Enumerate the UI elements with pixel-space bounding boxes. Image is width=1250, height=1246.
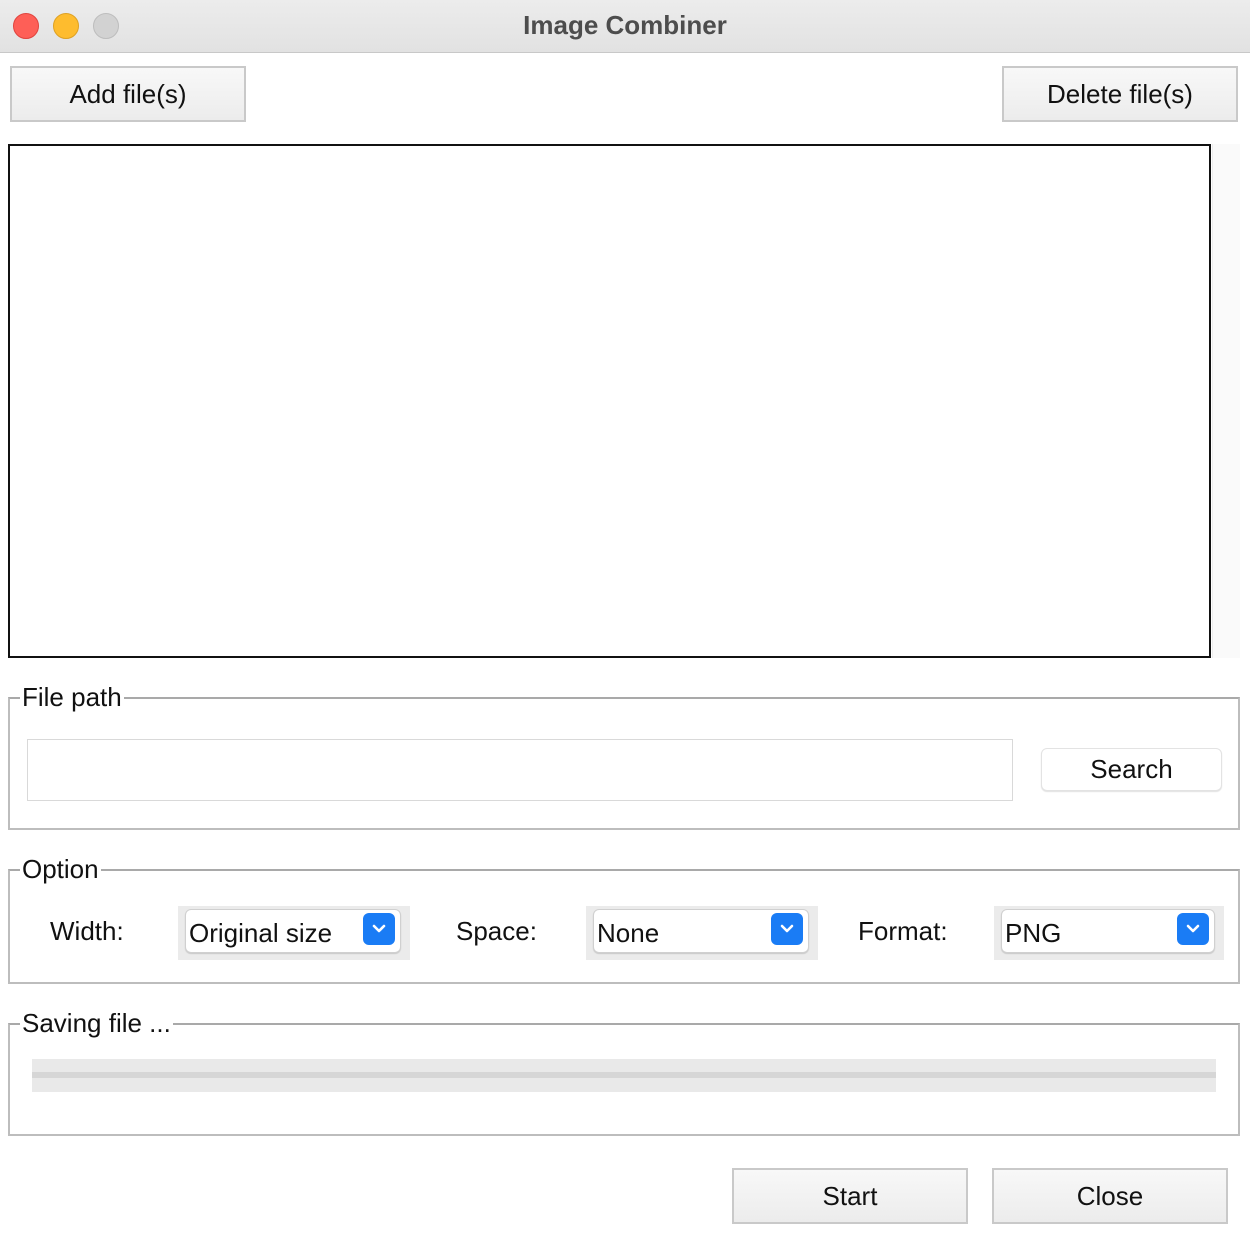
saving-progress-bar [32,1059,1216,1092]
width-select-value: Original size [189,918,333,948]
delete-files-button[interactable]: Delete file(s) [1002,66,1238,122]
width-select[interactable]: Original size [178,906,410,960]
space-select-value: None [597,918,660,948]
space-label: Space: [456,916,537,946]
chevron-down-icon [363,913,395,945]
chevron-down-icon [1177,913,1209,945]
option-group-label: Option [22,854,99,884]
format-select[interactable]: PNG [994,906,1224,960]
title-bar: Image Combiner [0,0,1250,53]
window-title: Image Combiner [523,10,727,40]
file-list-scrollbar[interactable] [1212,144,1240,658]
saving-group-label: Saving file ... [22,1008,171,1038]
width-label: Width: [50,916,124,946]
start-button[interactable]: Start [732,1168,968,1224]
space-select[interactable]: None [586,906,818,960]
add-files-button[interactable]: Add file(s) [10,66,246,122]
format-select-value: PNG [1005,918,1062,948]
file-list[interactable] [8,144,1211,658]
search-button[interactable]: Search [1041,748,1222,791]
chevron-down-icon [771,913,803,945]
file-path-group-label: File path [22,682,122,712]
format-label: Format: [858,916,948,946]
close-button[interactable]: Close [992,1168,1228,1224]
progress-track-line [32,1072,1216,1078]
file-path-input[interactable] [27,739,1013,801]
